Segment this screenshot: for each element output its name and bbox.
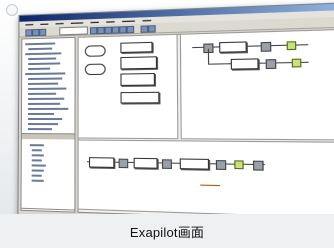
annotation-text: ▬▬▬▬▬ xyxy=(200,182,221,188)
decorative-circle xyxy=(6,4,18,16)
menu-item[interactable]: ▬▬ xyxy=(143,17,152,22)
toolbar-button[interactable] xyxy=(25,29,33,37)
toolbar-button[interactable] xyxy=(39,28,47,36)
tree-item[interactable] xyxy=(31,179,44,182)
step-node[interactable] xyxy=(260,41,272,52)
properties-panel xyxy=(20,133,76,211)
condition-node[interactable] xyxy=(286,41,297,51)
menu-item[interactable]: ▬▬ xyxy=(91,19,99,24)
toolbar-button[interactable] xyxy=(111,26,120,34)
toolbar-combo[interactable] xyxy=(59,26,88,36)
toolbar-button[interactable] xyxy=(104,26,112,34)
toolbar-button[interactable] xyxy=(126,25,135,34)
toolbar-button[interactable] xyxy=(119,26,127,34)
tree-item[interactable] xyxy=(29,144,44,147)
tree-item[interactable] xyxy=(25,72,66,76)
toolbar-button[interactable] xyxy=(32,29,40,37)
menu-item[interactable]: ▬▬▬ xyxy=(71,19,83,24)
tree-item[interactable] xyxy=(31,154,44,157)
condition-node[interactable] xyxy=(234,160,244,170)
flow-block[interactable] xyxy=(120,72,155,86)
tree-item[interactable] xyxy=(25,42,56,46)
app-window: ▬▬ ▬▬ ▬▬ ▬▬▬ ▬▬ ▬▬ ▬▬▬ ▬▬ ▬▬▬▬▬ xyxy=(17,0,334,214)
step-block[interactable] xyxy=(219,41,247,53)
step-block[interactable] xyxy=(133,157,158,169)
tree-item[interactable] xyxy=(27,107,69,110)
tree-item[interactable] xyxy=(28,87,67,90)
step-node[interactable] xyxy=(161,159,172,169)
menu-item[interactable]: ▬▬▬ xyxy=(122,18,135,24)
step-block[interactable] xyxy=(179,158,210,170)
menu-item[interactable]: ▬▬ xyxy=(40,21,48,26)
step-block[interactable] xyxy=(89,157,115,168)
step-block[interactable] xyxy=(230,58,259,70)
panel-header xyxy=(21,134,75,140)
flow-pane-right[interactable] xyxy=(179,27,334,142)
flow-pane-left[interactable] xyxy=(77,33,179,140)
tree-item[interactable] xyxy=(27,97,65,100)
tree-item[interactable] xyxy=(28,82,59,85)
end-node[interactable] xyxy=(84,63,106,76)
connector xyxy=(207,48,210,64)
tree-item[interactable] xyxy=(28,67,51,71)
tree-item[interactable] xyxy=(27,123,59,126)
menu-item[interactable]: ▬▬ xyxy=(106,18,114,23)
menu-item[interactable]: ▬▬ xyxy=(25,21,33,26)
step-node[interactable] xyxy=(265,59,277,70)
step-node[interactable] xyxy=(118,158,129,169)
tree-item[interactable] xyxy=(28,62,61,66)
toolbar-button[interactable] xyxy=(89,27,98,35)
tree-item[interactable] xyxy=(25,52,62,56)
toolbar-button[interactable] xyxy=(148,25,156,33)
tree-item[interactable] xyxy=(28,47,53,51)
tree-item[interactable] xyxy=(31,169,44,172)
tree-item[interactable] xyxy=(27,118,63,121)
tree-item[interactable] xyxy=(28,57,57,61)
tree-item[interactable] xyxy=(28,92,57,95)
step-node[interactable] xyxy=(215,160,227,170)
toolbar-button[interactable] xyxy=(140,25,149,33)
product-screenshot: ▬▬ ▬▬ ▬▬ ▬▬▬ ▬▬ ▬▬ ▬▬▬ ▬▬ ▬▬▬▬▬ xyxy=(0,0,334,214)
menu-item[interactable]: ▬▬ xyxy=(56,20,64,25)
flow-block[interactable] xyxy=(120,56,158,70)
screenshot-caption: Exapilot画面 xyxy=(129,225,205,240)
tree-item[interactable] xyxy=(31,159,42,162)
tree-item[interactable] xyxy=(31,149,42,152)
step-node[interactable] xyxy=(252,160,264,171)
tree-item[interactable] xyxy=(27,112,55,115)
tree-item[interactable] xyxy=(31,164,46,167)
flow-pane-bottom[interactable]: ▬▬▬▬▬ xyxy=(77,139,334,214)
flow-block[interactable] xyxy=(120,91,160,104)
tree-item[interactable] xyxy=(27,128,52,131)
tree-item[interactable] xyxy=(27,102,61,105)
toolbar-button[interactable] xyxy=(97,26,105,35)
tree-item[interactable] xyxy=(31,174,42,177)
flow-block[interactable] xyxy=(120,41,153,53)
tree-item[interactable] xyxy=(28,77,63,80)
condition-node[interactable] xyxy=(291,58,302,68)
start-node[interactable] xyxy=(84,45,106,57)
